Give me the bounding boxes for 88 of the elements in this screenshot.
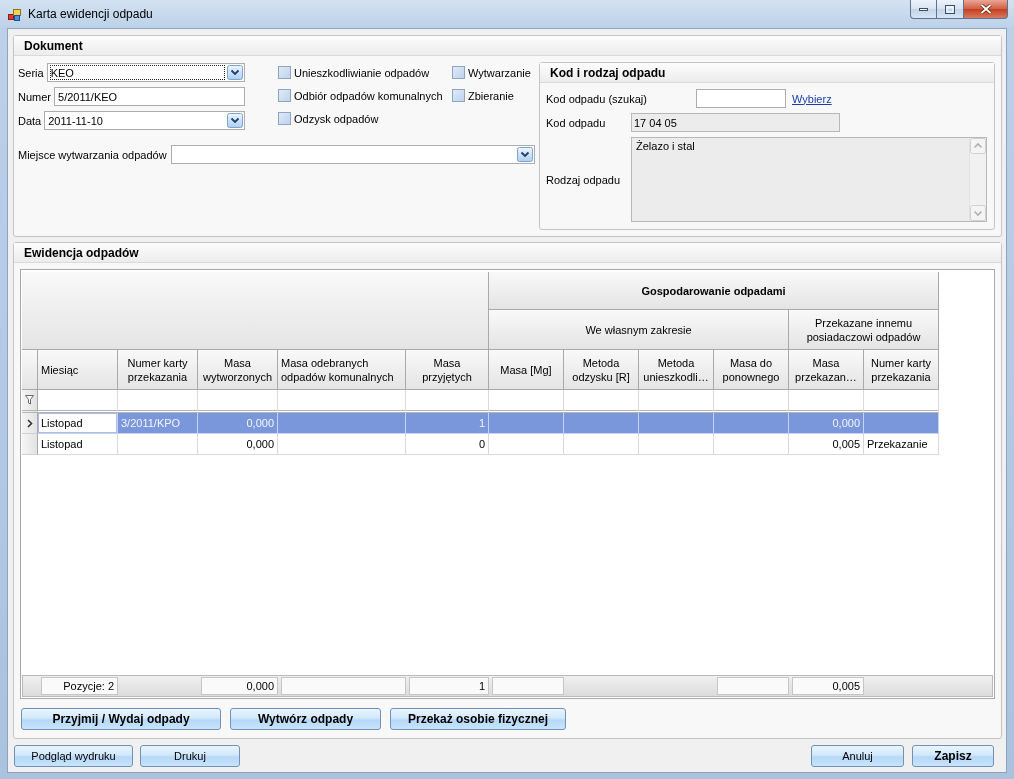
table-cell: 0,000 bbox=[198, 434, 278, 455]
app-icon bbox=[8, 7, 21, 21]
summary-cell: 0,005 bbox=[792, 677, 864, 695]
column-header[interactable]: Masa przyjętych bbox=[406, 350, 489, 390]
filter-field[interactable] bbox=[118, 390, 198, 413]
section-header: Ewidencja odpadów bbox=[14, 243, 1001, 263]
checkbox-label[interactable]: Zbieranie bbox=[468, 89, 514, 102]
column-band-header: Przekazane innemu posiadaczowi odpadów bbox=[789, 310, 939, 350]
column-header[interactable]: Masa do ponownego bbox=[714, 350, 789, 390]
summary-cell: 1 bbox=[409, 677, 489, 695]
checkbox[interactable] bbox=[452, 66, 465, 79]
dialog-button[interactable]: Zapisz bbox=[912, 744, 994, 767]
table-cell: 3/2011/KPO bbox=[118, 413, 198, 434]
field-label: Numer bbox=[18, 90, 51, 103]
summary-cell: 0,000 bbox=[201, 677, 278, 695]
readonly-field: 17 04 05 bbox=[631, 113, 840, 132]
column-header[interactable]: Miesiąc bbox=[38, 350, 118, 390]
column-header[interactable]: Masa [Mg] bbox=[489, 350, 564, 390]
filter-field[interactable] bbox=[639, 390, 714, 413]
filter-field[interactable] bbox=[714, 390, 789, 413]
column-header[interactable]: Masa przekazan… bbox=[789, 350, 864, 390]
summary-cell bbox=[492, 677, 564, 695]
filter-field[interactable] bbox=[198, 390, 278, 413]
close-icon bbox=[979, 4, 992, 14]
dialog-button[interactable]: Podgląd wydruku bbox=[14, 744, 133, 767]
filter-field[interactable] bbox=[278, 390, 406, 413]
summary-cell bbox=[717, 677, 789, 695]
column-band-header: Gospodarowanie odpadami bbox=[489, 272, 939, 310]
dropdown-field[interactable]: KEO bbox=[46, 63, 245, 82]
text-field[interactable]: 5/2011/KEO bbox=[54, 87, 245, 106]
column-header[interactable]: Masa odebranych odpadów komunalnych bbox=[278, 350, 406, 390]
filter-field[interactable] bbox=[864, 390, 939, 413]
checkbox[interactable] bbox=[278, 89, 291, 102]
column-header[interactable]: Metoda odzysku [R] bbox=[564, 350, 639, 390]
table-cell: 0 bbox=[406, 434, 489, 455]
field-label: Rodzaj odpadu bbox=[546, 173, 621, 186]
close-button[interactable] bbox=[964, 0, 1008, 19]
choose-link[interactable]: Wybierz bbox=[792, 92, 832, 105]
filter-field[interactable] bbox=[489, 390, 564, 413]
dropdown-field[interactable] bbox=[170, 145, 535, 164]
maximize-button[interactable] bbox=[937, 0, 964, 19]
filter-field[interactable] bbox=[38, 390, 118, 413]
checkbox-label[interactable]: Wytwarzanie bbox=[468, 66, 531, 79]
checkbox-label[interactable]: Odbiór odpadów komunalnych bbox=[294, 89, 443, 102]
column-header[interactable]: Masa wytworzonych bbox=[198, 350, 278, 390]
field-label: Miejsce wytwarzania odpadów bbox=[18, 148, 167, 161]
summary-cell: Pozycje: 2 bbox=[41, 677, 118, 695]
column-header[interactable]: Numer karty przekazania bbox=[118, 350, 198, 390]
chevron-right-icon bbox=[26, 418, 33, 428]
field-label: Kod odpadu bbox=[546, 116, 607, 129]
table-cell: Listopad bbox=[38, 434, 118, 455]
column-band-header: We własnym zakresie bbox=[489, 310, 789, 350]
section-header: Kod i rodzaj odpadu bbox=[540, 63, 994, 83]
row-header-cell[interactable] bbox=[22, 434, 38, 455]
filter-field[interactable] bbox=[406, 390, 489, 413]
column-header[interactable]: Numer karty przekazania bbox=[864, 350, 939, 390]
filter-icon[interactable] bbox=[25, 395, 34, 405]
filter-field[interactable] bbox=[564, 390, 639, 413]
checkbox[interactable] bbox=[278, 66, 291, 79]
table-cell: 0,000 bbox=[789, 413, 864, 434]
action-button[interactable]: Przyjmij / Wydaj odpady bbox=[21, 708, 221, 730]
table-cell: Listopad bbox=[38, 413, 118, 434]
row-header-cell[interactable] bbox=[22, 413, 38, 434]
dialog-button[interactable]: Anuluj bbox=[811, 744, 904, 767]
field-label: Data bbox=[18, 114, 42, 127]
table-cell: 0,000 bbox=[198, 413, 278, 434]
column-header[interactable]: Metoda unieszkodli… bbox=[639, 350, 714, 390]
maximize-icon bbox=[945, 4, 955, 14]
checkbox-label[interactable]: Unieszkodliwianie odpadów bbox=[294, 66, 430, 79]
table-cell: Przekazanie bbox=[864, 434, 939, 455]
field-label: Seria bbox=[18, 66, 44, 79]
multiline-field: Żelazo i stal bbox=[631, 137, 987, 222]
table-cell: 1 bbox=[406, 413, 489, 434]
checkbox[interactable] bbox=[452, 89, 465, 102]
dropdown-field[interactable]: 2011-11-10 bbox=[44, 111, 245, 130]
field-label: Kod odpadu (szukaj) bbox=[546, 92, 648, 105]
minimize-icon bbox=[919, 7, 928, 11]
table-cell: 0,005 bbox=[789, 434, 864, 455]
window-title: Karta ewidencji odpadu bbox=[28, 7, 153, 21]
action-button[interactable]: Przekaż osobie fizycznej bbox=[390, 708, 566, 730]
filter-field[interactable] bbox=[789, 390, 864, 413]
checkbox-label[interactable]: Odzysk odpadów bbox=[294, 112, 379, 125]
search-field[interactable] bbox=[696, 89, 786, 108]
dialog-button[interactable]: Drukuj bbox=[140, 744, 240, 767]
minimize-button[interactable] bbox=[910, 0, 937, 19]
section-header: Dokument bbox=[14, 36, 1001, 56]
action-button[interactable]: Wytwórz odpady bbox=[230, 708, 381, 730]
checkbox[interactable] bbox=[278, 112, 291, 125]
